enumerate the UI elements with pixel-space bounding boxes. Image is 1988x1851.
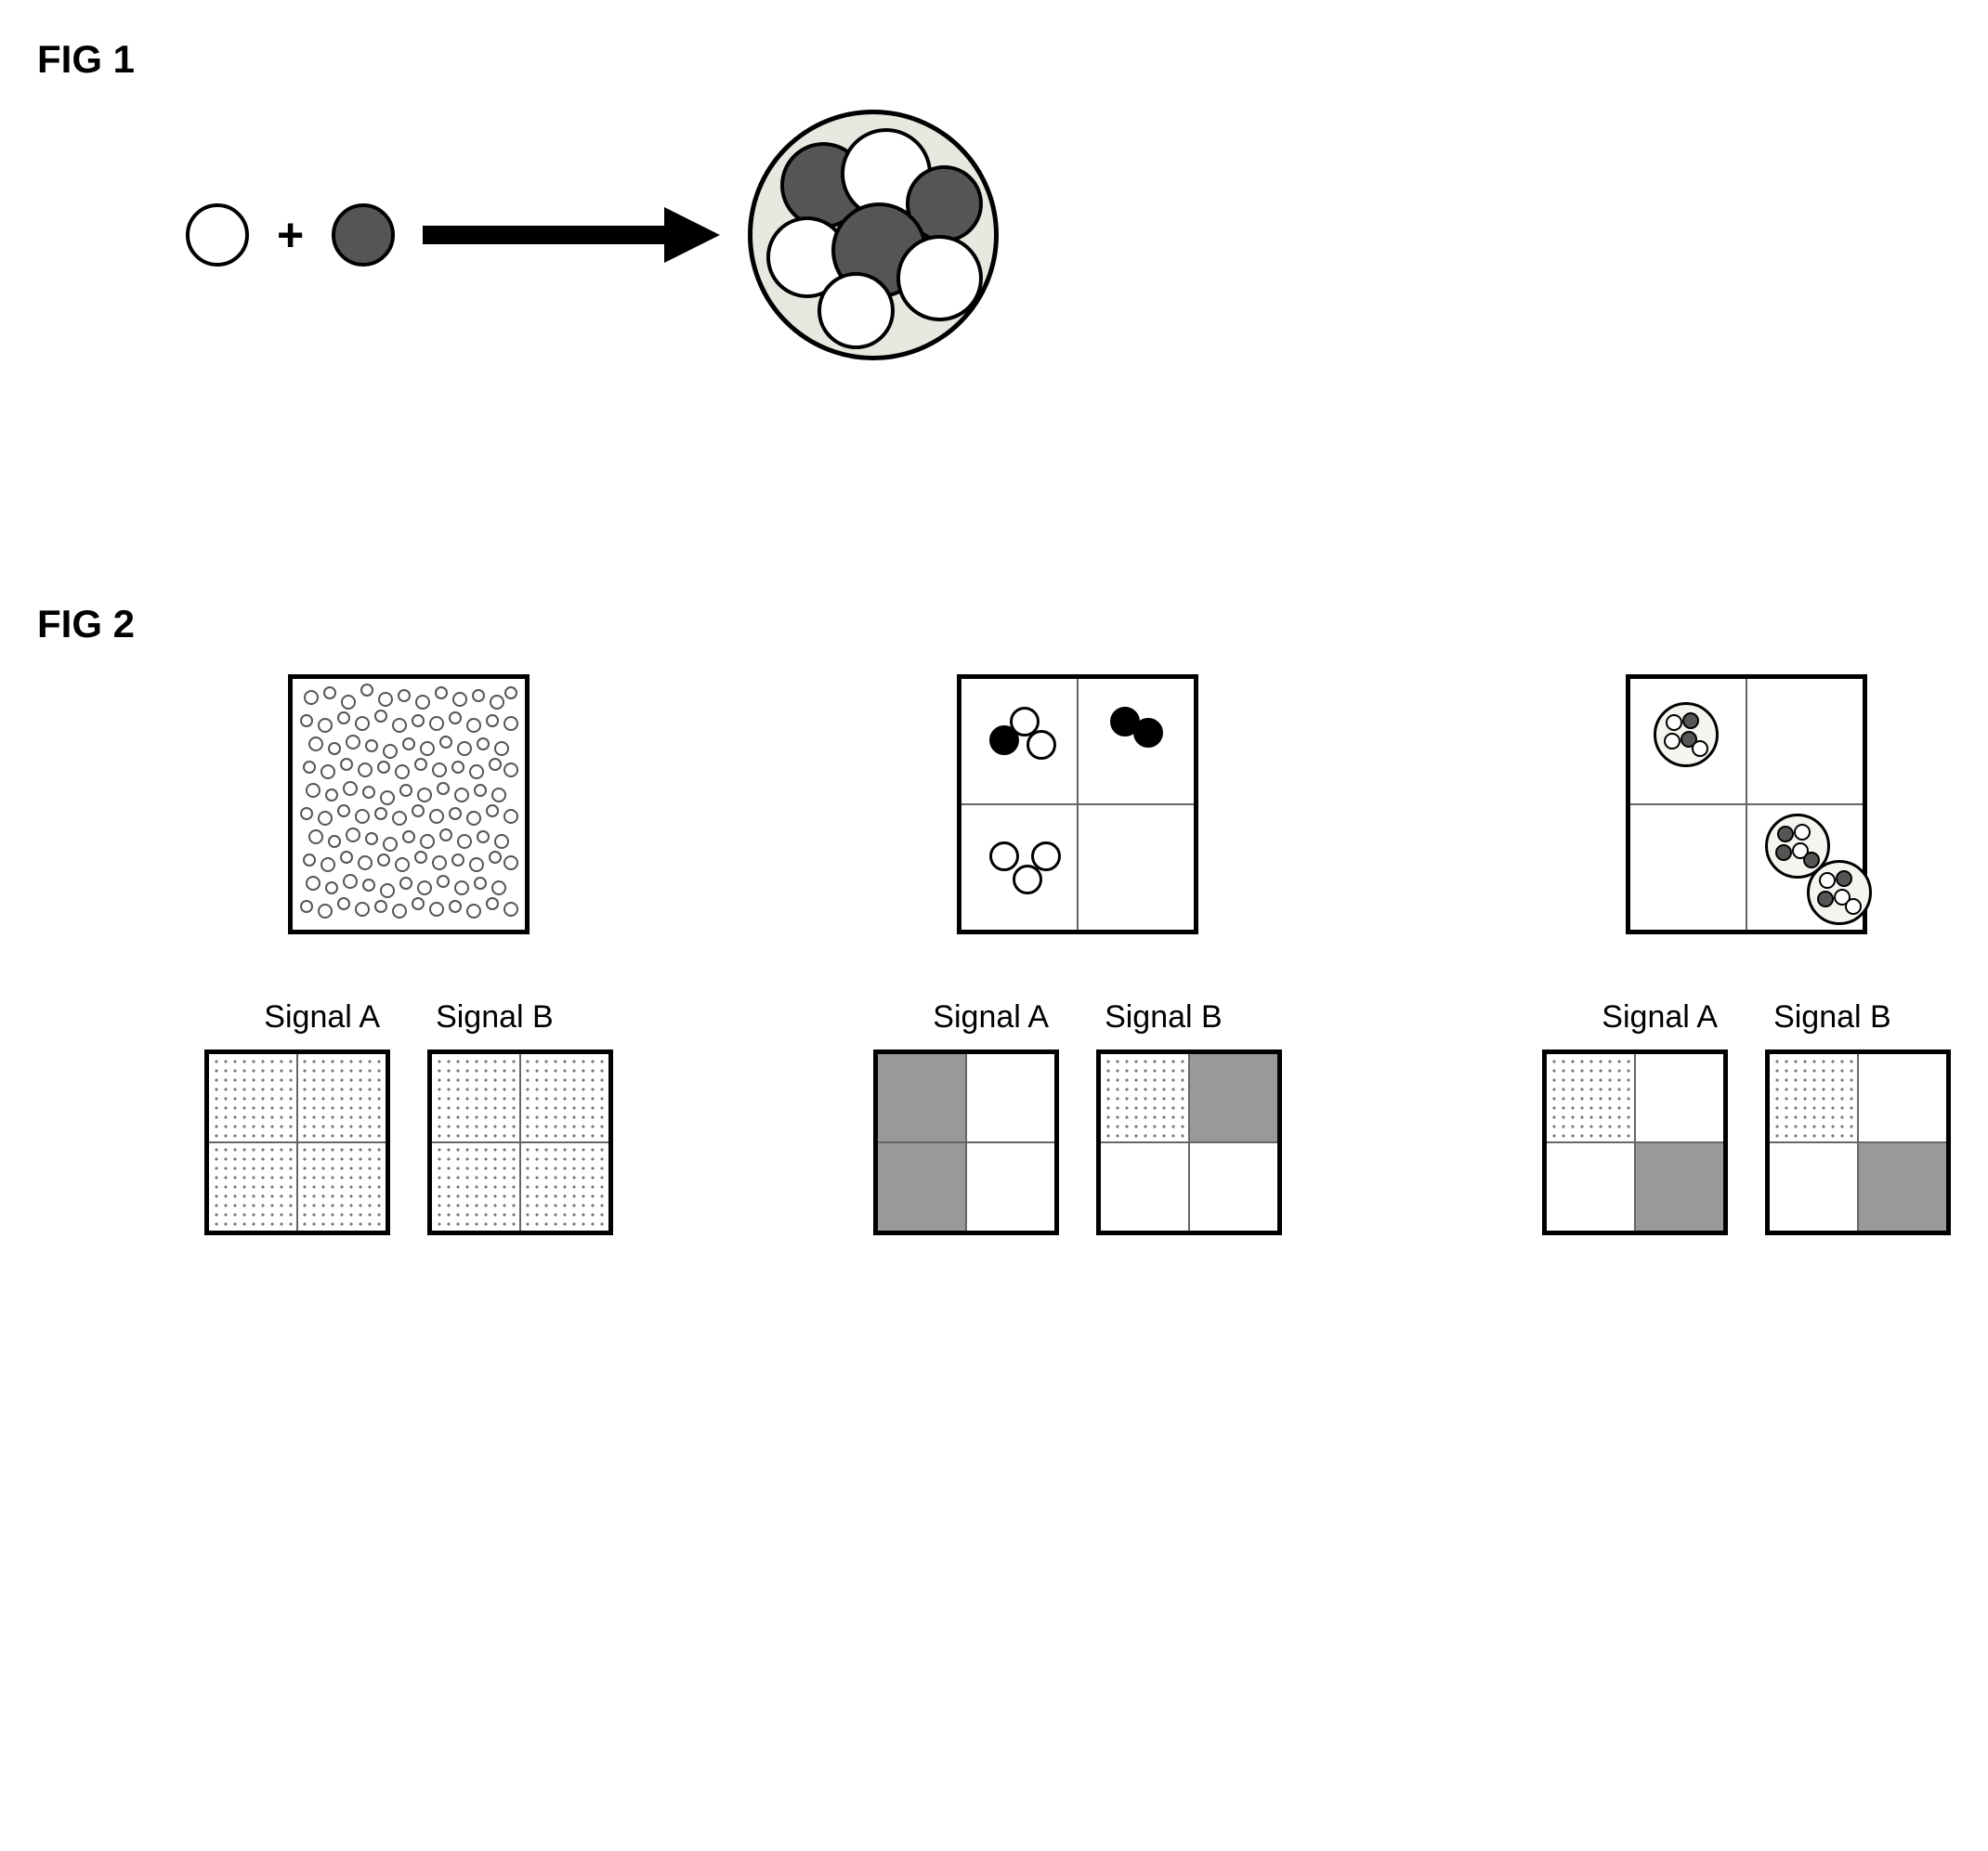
signal-b-label: Signal B (1773, 999, 1891, 1036)
fig2-label: FIG 2 (37, 602, 1951, 646)
sparse-particles-box (957, 674, 1198, 934)
signal-b-label: Signal B (436, 999, 554, 1036)
grids-row (1542, 1049, 1951, 1235)
open-circle-icon (186, 203, 249, 267)
labels-row: Signal A Signal B (933, 999, 1222, 1036)
fig2-col-3: Signal A Signal B (1542, 674, 1951, 1235)
composite-circle-icon (748, 110, 999, 360)
fig2-section: FIG 2 (37, 602, 1951, 1235)
signal-a-label: Signal A (264, 999, 380, 1036)
signal-a-grid (204, 1049, 390, 1235)
fig1-label: FIG 1 (37, 37, 1951, 82)
labels-row: Signal A Signal B (264, 999, 553, 1036)
arrow-icon (423, 207, 720, 263)
grids-row (873, 1049, 1282, 1235)
signal-b-grid (427, 1049, 613, 1235)
fig2-col-2: Signal A Signal B (873, 674, 1282, 1235)
labels-row: Signal A Signal B (1602, 999, 1890, 1036)
fig1-diagram: + (186, 110, 1951, 360)
fig2-columns: Signal A Signal B (204, 674, 1951, 1235)
signal-b-label: Signal B (1105, 999, 1223, 1036)
dense-particles-box (288, 674, 530, 934)
signal-a-label: Signal A (933, 999, 1049, 1036)
signal-a-label: Signal A (1602, 999, 1718, 1036)
signal-a-grid (873, 1049, 1059, 1235)
fig2-col-1: Signal A Signal B (204, 674, 613, 1235)
grids-row (204, 1049, 613, 1235)
signal-a-grid (1542, 1049, 1728, 1235)
cluster-particles-box (1626, 674, 1867, 934)
dark-circle-icon (332, 203, 395, 267)
signal-b-grid (1096, 1049, 1282, 1235)
signal-b-grid (1765, 1049, 1951, 1235)
plus-sign: + (277, 208, 304, 262)
